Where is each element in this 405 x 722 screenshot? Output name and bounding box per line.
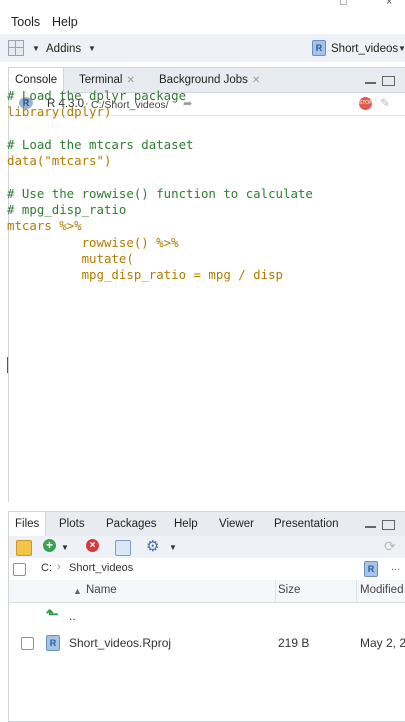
addins-menu[interactable]: Addins [46,43,81,55]
minimize-pane-icon[interactable] [365,82,376,84]
chevron-down-icon[interactable]: ▼ [61,543,69,552]
column-divider[interactable] [356,580,357,602]
tab-label: Plots [59,518,85,530]
parent-directory-icon[interactable]: ⬑ [46,605,59,623]
row-checkbox[interactable] [21,637,34,650]
new-folder-icon[interactable] [16,540,32,556]
files-pane: Files Plots Packages Help Viewer Present… [8,511,405,722]
tab-label: Background Jobs [159,74,248,86]
file-modified: May 2, 2 [360,636,405,650]
tab-label: Terminal [79,74,123,86]
tab-help[interactable]: Help [168,512,204,536]
minimize-pane-icon[interactable] [365,526,376,528]
tab-viewer[interactable]: Viewer [213,512,260,536]
chevron-right-icon: › [57,561,61,573]
rename-icon[interactable] [115,540,131,556]
console-line: rowwise() %>% [7,234,179,250]
table-row[interactable]: ⬑ .. [9,603,405,629]
project-menu[interactable]: Short_videos [331,43,398,55]
breadcrumb: C: › Short_videos R ... [9,558,405,581]
console-line: data("mtcars") [7,153,112,169]
console-line: # Load the dplyr package [7,88,187,103]
new-file-icon[interactable]: + [43,539,56,552]
console-line: mutate( [7,250,134,266]
tab-files[interactable]: Files [9,512,47,537]
rproj-file-icon: R [46,635,60,651]
console-line: ​ [7,121,387,137]
files-table-header: ▲ Name Size Modified [9,580,405,603]
table-row[interactable]: R Short_videos.Rproj 219 B May 2, 2 [9,630,405,656]
maximize-pane-icon[interactable] [382,520,395,530]
tab-packages[interactable]: Packages [100,512,163,536]
project-icon[interactable]: R [364,561,378,577]
file-name[interactable]: Short_videos.Rproj [69,636,171,650]
tab-label: Files [15,518,40,530]
tab-label: Packages [106,518,157,530]
console-line: ​ [7,169,387,185]
console-line: # mpg_disp_ratio [7,202,127,218]
refresh-icon[interactable]: ⟳ [384,538,396,555]
close-tab-icon[interactable]: ✕ [252,75,260,86]
files-toolbar: + ▼ × ⚙ ▼ ⟳ [9,536,405,559]
tab-label: Help [174,518,198,530]
close-tab-icon[interactable]: ✕ [126,75,134,86]
menu-bar: Tools Help □ × [0,0,405,34]
breadcrumb-root[interactable]: C: [41,562,52,574]
console-line: library(dplyr) [7,104,112,120]
column-modified[interactable]: Modified [360,584,403,596]
menu-tools[interactable]: Tools [11,15,40,29]
restore-window-icon[interactable]: □ [340,0,347,8]
sort-asc-icon[interactable]: ▲ [73,586,82,596]
maximize-pane-icon[interactable] [382,76,395,86]
chevron-down-icon[interactable]: ▼ [88,44,96,53]
console-cursor [7,357,8,373]
console-line: mtcars %>% [7,218,82,234]
file-size: 219 B [278,636,310,650]
close-window-icon[interactable]: × [386,0,392,8]
tab-presentation[interactable]: Presentation [268,512,345,536]
select-all-checkbox[interactable] [13,563,26,576]
tab-label: Presentation [274,518,339,530]
gear-icon[interactable]: ⚙ [146,537,159,555]
column-divider[interactable] [275,580,276,602]
console-line: # Use the rowwise() function to calculat… [7,185,313,201]
project-icon: R [312,40,326,56]
delete-icon[interactable]: × [86,539,99,552]
file-name[interactable]: .. [69,609,76,623]
tab-label: Viewer [219,518,254,530]
console-line: mpg_disp_ratio = mpg / disp [7,267,284,283]
tab-label: Console [15,74,58,86]
menu-help[interactable]: Help [52,15,78,29]
main-toolbar: ▼ Addins ▼ R Short_videos ▼ [0,34,405,63]
chevron-down-icon[interactable]: ▼ [32,44,40,53]
files-tabbar: Files Plots Packages Help Viewer Present… [9,512,405,537]
chevron-down-icon[interactable]: ▼ [398,44,405,53]
column-size[interactable]: Size [278,584,300,596]
console-line: # Load the mtcars dataset [7,136,194,152]
column-name[interactable]: Name [86,584,117,596]
tab-plots[interactable]: Plots [53,512,91,536]
grid-layout-icon[interactable] [8,40,24,56]
more-button[interactable]: ... [391,561,400,573]
console-output[interactable]: # Load the dplyr packagelibrary(dplyr)​#… [7,88,387,284]
chevron-down-icon[interactable]: ▼ [169,543,177,552]
breadcrumb-folder[interactable]: Short_videos [69,562,133,574]
